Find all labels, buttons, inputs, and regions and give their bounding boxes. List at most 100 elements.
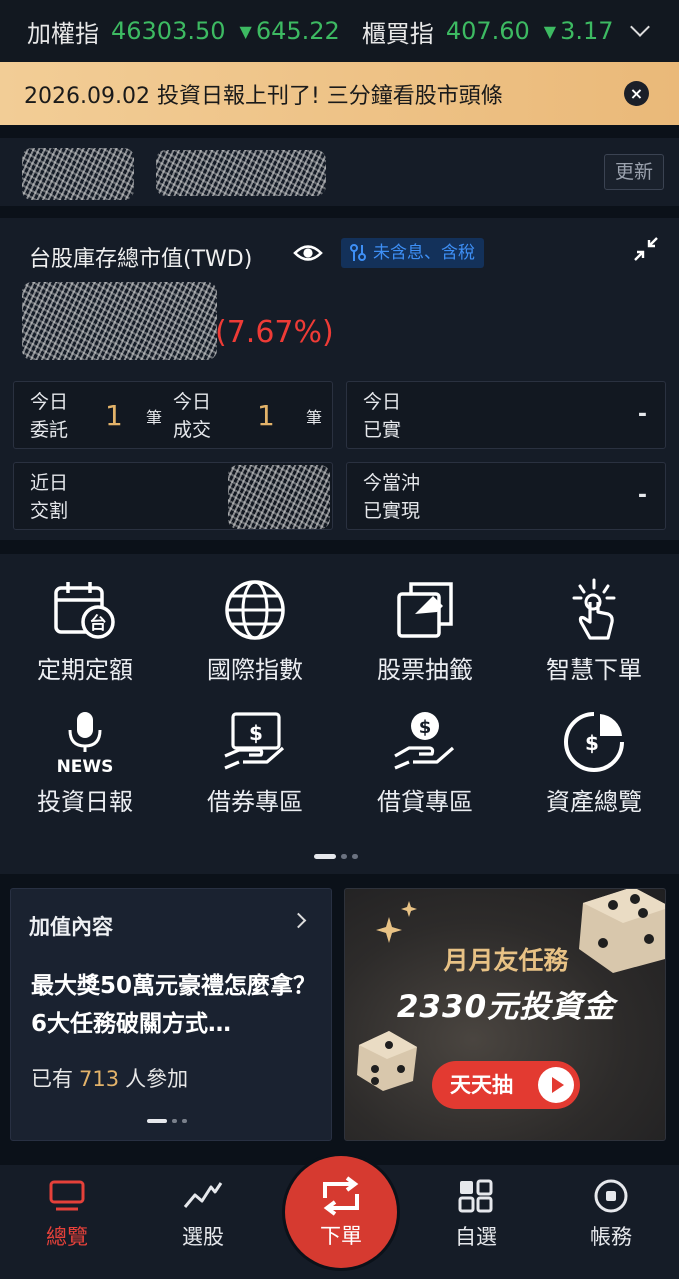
chevron-down-icon[interactable]	[630, 17, 650, 37]
smart-tap-icon	[572, 578, 616, 640]
refresh-button[interactable]: 更新	[604, 154, 664, 190]
play-icon	[538, 1067, 574, 1103]
tax-filter-badge[interactable]: 未含息、含稅	[341, 238, 484, 268]
nav-account[interactable]: 帳務	[561, 1179, 661, 1251]
shortcut-label: 股票抽籤	[377, 656, 473, 684]
nav-watchlist[interactable]: 自選	[426, 1179, 526, 1251]
value-content-heading: 加值內容	[29, 915, 113, 939]
account-row: 更新	[0, 138, 679, 206]
daytrade-realized-box[interactable]: 今當沖 已實現 -	[346, 462, 666, 530]
market-ticker[interactable]: 加權指 46303.50 ▼ 645.22 櫃買指 407.60 ▼ 3.17	[0, 0, 679, 62]
shortcut-label: 借券專區	[207, 788, 303, 816]
stock-lending-icon: $	[224, 712, 285, 770]
grid-icon	[458, 1179, 493, 1213]
record-circle-icon	[594, 1179, 628, 1213]
svg-text:NEWS: NEWS	[57, 757, 114, 774]
masked-account-info	[22, 148, 134, 200]
shortcut-stock-lottery[interactable]: 股票抽籤	[340, 578, 510, 685]
promo-subtitle: 2330元投資金	[396, 989, 616, 1025]
shortcut-label: 智慧下單	[546, 656, 642, 684]
otc-name: 櫃買指	[361, 19, 434, 48]
svg-text:$: $	[249, 721, 263, 745]
return-percent: (7.67%)	[215, 315, 334, 350]
tax-badge-label: 未含息、含稅	[373, 243, 475, 263]
down-triangle-icon: ▼	[239, 22, 252, 41]
taiex-change: ▼ 645.22	[239, 17, 340, 45]
close-icon[interactable]: ×	[624, 81, 649, 106]
shortcut-grid: 台 定期定額 國際指數 股票抽籤 智慧下單 NEWS 投資日報 $ 借券專區 $…	[0, 554, 679, 874]
card-page-indicator	[147, 1119, 187, 1123]
nav-overview[interactable]: 總覽	[17, 1179, 117, 1251]
shortcut-smart-order[interactable]: 智慧下單	[509, 578, 679, 685]
daytrade-realized-label: 今當沖 已實現	[363, 472, 421, 522]
portfolio-title: 台股庫存總市值(TWD)	[29, 247, 253, 272]
asset-overview-icon: $	[564, 712, 624, 772]
taiex-value: 46303.50	[111, 17, 226, 45]
place-order-label: 下單	[320, 1224, 362, 1248]
shortcut-global-index[interactable]: 國際指數	[170, 578, 340, 685]
nav-label: 選股	[182, 1225, 224, 1249]
today-orders-count: 1	[105, 399, 123, 432]
shortcut-label: 投資日報	[37, 788, 133, 816]
shortcut-asset-overview[interactable]: $ 資產總覽	[509, 710, 679, 817]
calendar-tw-icon: 台	[54, 582, 115, 639]
promo-banner[interactable]: 月月友任務 2330元投資金 天天抽	[344, 888, 666, 1141]
svg-text:$: $	[419, 717, 432, 738]
globe-icon	[225, 580, 285, 640]
loan-hand-icon: $	[394, 712, 455, 770]
shortcut-label: 借貸專區	[377, 788, 473, 816]
masked-market-value	[22, 282, 217, 360]
masked-account-info	[156, 150, 326, 196]
today-orders-label: 今日 委託	[30, 391, 69, 441]
shortcut-investment-daily[interactable]: NEWS 投資日報	[0, 710, 170, 817]
today-orders-unit: 筆	[146, 408, 163, 427]
shortcut-label: 國際指數	[207, 656, 303, 684]
announcement-banner[interactable]: 2026.09.02 投資日報上刊了! 三分鐘看股市頭條 ×	[0, 62, 679, 125]
chevron-right-icon[interactable]	[290, 912, 307, 929]
shortcut-regular-investment[interactable]: 台 定期定額	[0, 578, 170, 685]
eye-icon[interactable]	[293, 239, 323, 267]
masked-settlement-value	[228, 465, 330, 529]
shortcut-loan[interactable]: $ 借貸專區	[340, 710, 510, 817]
shortcut-stock-lending[interactable]: $ 借券專區	[170, 710, 340, 817]
daytrade-realized-value: -	[637, 483, 647, 508]
taiex-name: 加權指	[27, 19, 99, 48]
today-realized-box[interactable]: 今日 已實 -	[346, 381, 666, 449]
svg-text:$: $	[585, 731, 599, 755]
recent-settlement-box[interactable]: 近日 交割	[13, 462, 333, 530]
nav-label: 帳務	[590, 1225, 632, 1249]
down-triangle-icon: ▼	[543, 22, 557, 41]
page-indicator	[314, 854, 358, 859]
filter-toggle-icon	[350, 244, 366, 261]
shortcut-label: 資產總覽	[546, 788, 642, 816]
promo-title: 月月友任務	[443, 946, 569, 975]
nav-label: 總覽	[46, 1225, 88, 1249]
daily-draw-button[interactable]: 天天抽	[432, 1061, 580, 1109]
nav-label: 自選	[455, 1225, 497, 1249]
news-mic-icon: NEWS	[57, 712, 114, 774]
place-order-button[interactable]: 下單	[285, 1156, 397, 1268]
collapse-icon[interactable]	[631, 234, 661, 264]
today-orders-fills-box[interactable]: 今日 委託 1 筆 今日 成交 1 筆	[13, 381, 333, 449]
today-fills-unit: 筆	[306, 408, 323, 427]
today-realized-label: 今日 已實	[363, 391, 402, 441]
sparkle-icon	[376, 901, 417, 943]
announcement-text: 2026.09.02 投資日報上刊了! 三分鐘看股市頭條	[24, 83, 503, 109]
value-content-text: 最大獎50萬元豪禮怎麼拿？6大任務破關方式…	[31, 973, 317, 1037]
monitor-icon	[49, 1180, 85, 1211]
otc-value: 407.60	[445, 17, 530, 45]
otc-change: ▼ 3.17	[543, 17, 614, 45]
participant-count: 已有 713 人參加	[31, 1067, 189, 1091]
today-fills-label: 今日 成交	[173, 391, 212, 441]
today-realized-value: -	[637, 402, 647, 427]
shortcut-label: 定期定額	[37, 656, 133, 684]
nav-stock-picker[interactable]: 選股	[153, 1179, 253, 1251]
value-content-card[interactable]: 加值內容 最大獎50萬元豪禮怎麼拿？6大任務破關方式… 已有 713 人參加	[10, 888, 332, 1141]
today-fills-count: 1	[257, 399, 275, 432]
dice-icon	[357, 1031, 417, 1091]
trend-line-icon	[183, 1182, 223, 1208]
swap-arrows-icon	[323, 1176, 359, 1216]
lottery-card-icon	[397, 582, 453, 638]
recent-settlement-label: 近日 交割	[30, 472, 69, 522]
svg-text:台: 台	[90, 613, 107, 634]
